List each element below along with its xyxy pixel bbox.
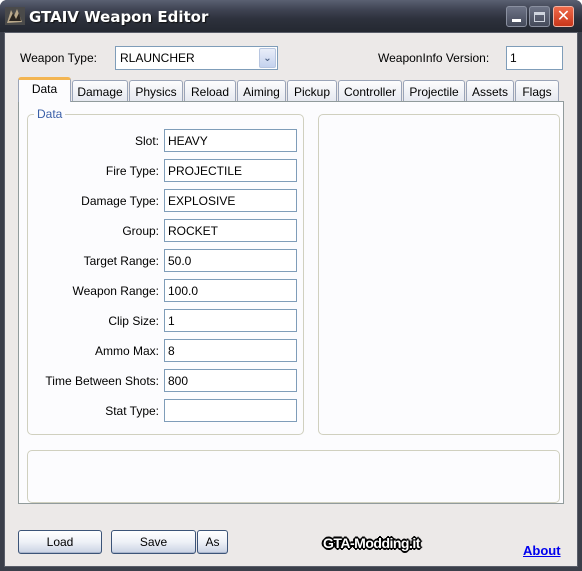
bottom-groupbox bbox=[27, 450, 560, 503]
fire-type-input[interactable]: PROJECTILE bbox=[164, 159, 297, 182]
app-icon bbox=[5, 7, 25, 25]
data-groupbox: Data Slot: HEAVY Fire Type: PROJECTILE D… bbox=[27, 107, 304, 435]
save-button[interactable]: Save bbox=[111, 530, 196, 554]
chevron-down-icon[interactable]: ⌄ bbox=[259, 48, 276, 68]
weapon-type-label: Weapon Type: bbox=[20, 51, 97, 65]
weaponinfo-version-input[interactable]: 1 bbox=[506, 46, 563, 70]
tab-aiming[interactable]: Aiming bbox=[237, 80, 286, 101]
app-window: GTAIV Weapon Editor ✕ Weapon Type: RLAUN… bbox=[0, 0, 582, 571]
tab-reload[interactable]: Reload bbox=[184, 80, 236, 101]
stat-type-label: Stat Type: bbox=[105, 404, 159, 418]
damage-type-label: Damage Type: bbox=[81, 194, 159, 208]
tab-physics[interactable]: Physics bbox=[129, 80, 183, 101]
load-button[interactable]: Load bbox=[18, 530, 102, 554]
tab-data[interactable]: Data bbox=[18, 77, 71, 102]
tab-projectile[interactable]: Projectile bbox=[403, 80, 465, 101]
brand-logo-text: GTA-Modding.it bbox=[323, 535, 420, 551]
slot-input[interactable]: HEAVY bbox=[164, 129, 297, 152]
tab-controller[interactable]: Controller bbox=[338, 80, 402, 101]
tab-pickup[interactable]: Pickup bbox=[287, 80, 337, 101]
stat-type-input[interactable] bbox=[164, 399, 297, 422]
ammo-max-input[interactable]: 8 bbox=[164, 339, 297, 362]
save-as-button[interactable]: As bbox=[197, 530, 228, 554]
group-label: Group: bbox=[122, 224, 159, 238]
client-area: Weapon Type: RLAUNCHER ⌄ WeaponInfo Vers… bbox=[4, 32, 578, 567]
weapon-type-select[interactable]: RLAUNCHER ⌄ bbox=[115, 46, 278, 70]
minimize-button[interactable] bbox=[506, 6, 527, 27]
close-button[interactable]: ✕ bbox=[553, 6, 574, 27]
about-link[interactable]: About bbox=[523, 543, 561, 558]
weaponinfo-version-label: WeaponInfo Version: bbox=[378, 51, 490, 65]
clip-size-label: Clip Size: bbox=[108, 314, 159, 328]
tab-panel-data: Data Slot: HEAVY Fire Type: PROJECTILE D… bbox=[18, 101, 564, 504]
target-range-input[interactable]: 50.0 bbox=[164, 249, 297, 272]
tab-assets[interactable]: Assets bbox=[466, 80, 514, 101]
minimize-icon bbox=[512, 19, 521, 22]
close-icon: ✕ bbox=[556, 7, 571, 25]
slot-label: Slot: bbox=[134, 134, 159, 148]
maximize-icon bbox=[534, 11, 545, 22]
maximize-button[interactable] bbox=[529, 6, 550, 27]
data-groupbox-legend: Data bbox=[34, 107, 66, 121]
clip-size-input[interactable]: 1 bbox=[164, 309, 297, 332]
tab-flags[interactable]: Flags bbox=[515, 80, 559, 101]
title-bar[interactable]: GTAIV Weapon Editor ✕ bbox=[0, 0, 582, 32]
time-between-shots-label: Time Between Shots: bbox=[45, 374, 159, 388]
right-groupbox bbox=[318, 114, 560, 435]
window-title: GTAIV Weapon Editor bbox=[29, 8, 209, 26]
time-between-shots-input[interactable]: 800 bbox=[164, 369, 297, 392]
damage-type-input[interactable]: EXPLOSIVE bbox=[164, 189, 297, 212]
weapon-range-label: Weapon Range: bbox=[72, 284, 159, 298]
group-input[interactable]: ROCKET bbox=[164, 219, 297, 242]
target-range-label: Target Range: bbox=[83, 254, 159, 268]
fire-type-label: Fire Type: bbox=[105, 164, 159, 178]
weapon-type-value: RLAUNCHER bbox=[120, 51, 195, 65]
ammo-max-label: Ammo Max: bbox=[94, 344, 159, 358]
weapon-range-input[interactable]: 100.0 bbox=[164, 279, 297, 302]
tab-damage[interactable]: Damage bbox=[72, 80, 128, 101]
